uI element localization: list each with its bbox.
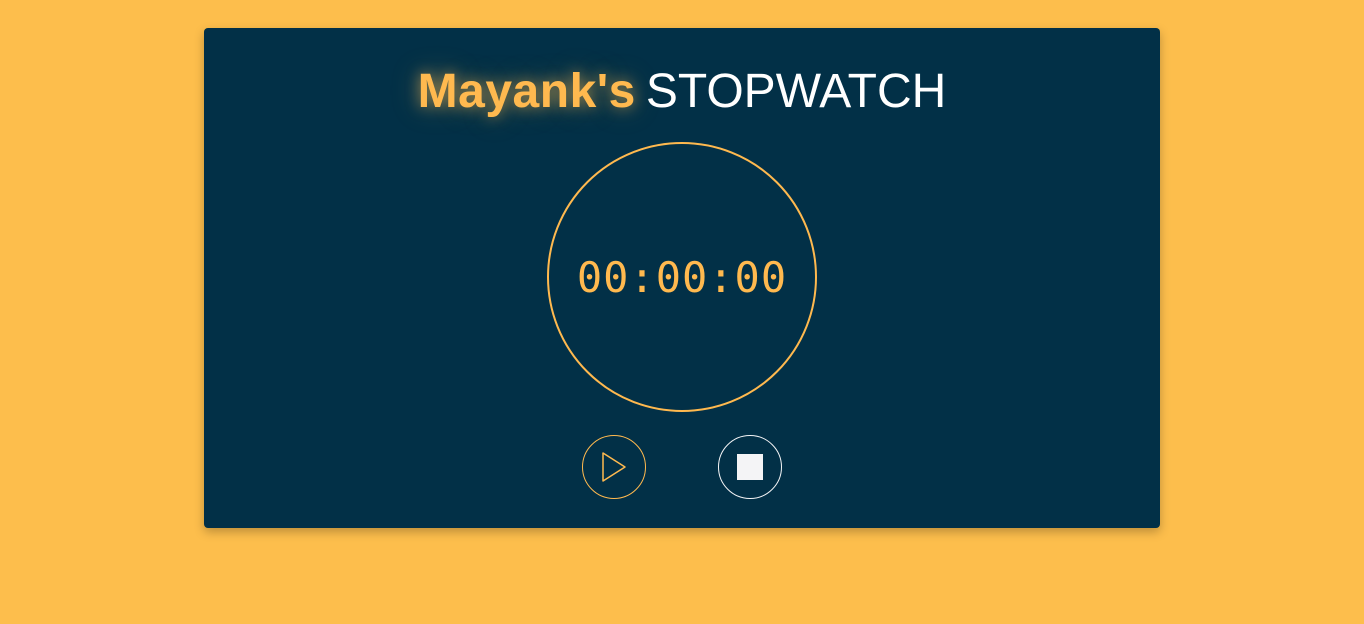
timer-dial: 00:00:00	[547, 142, 817, 412]
stopwatch-card: Mayank's STOPWATCH 00:00:00	[204, 28, 1160, 528]
title-word: STOPWATCH	[645, 65, 947, 118]
title-name: Mayank's	[417, 65, 636, 118]
stop-button[interactable]	[718, 435, 782, 499]
app-title: Mayank's STOPWATCH	[204, 64, 1160, 120]
play-button[interactable]	[582, 435, 646, 499]
stop-icon	[737, 454, 763, 480]
play-icon	[602, 452, 626, 482]
timer-display: 00:00:00	[576, 252, 788, 302]
